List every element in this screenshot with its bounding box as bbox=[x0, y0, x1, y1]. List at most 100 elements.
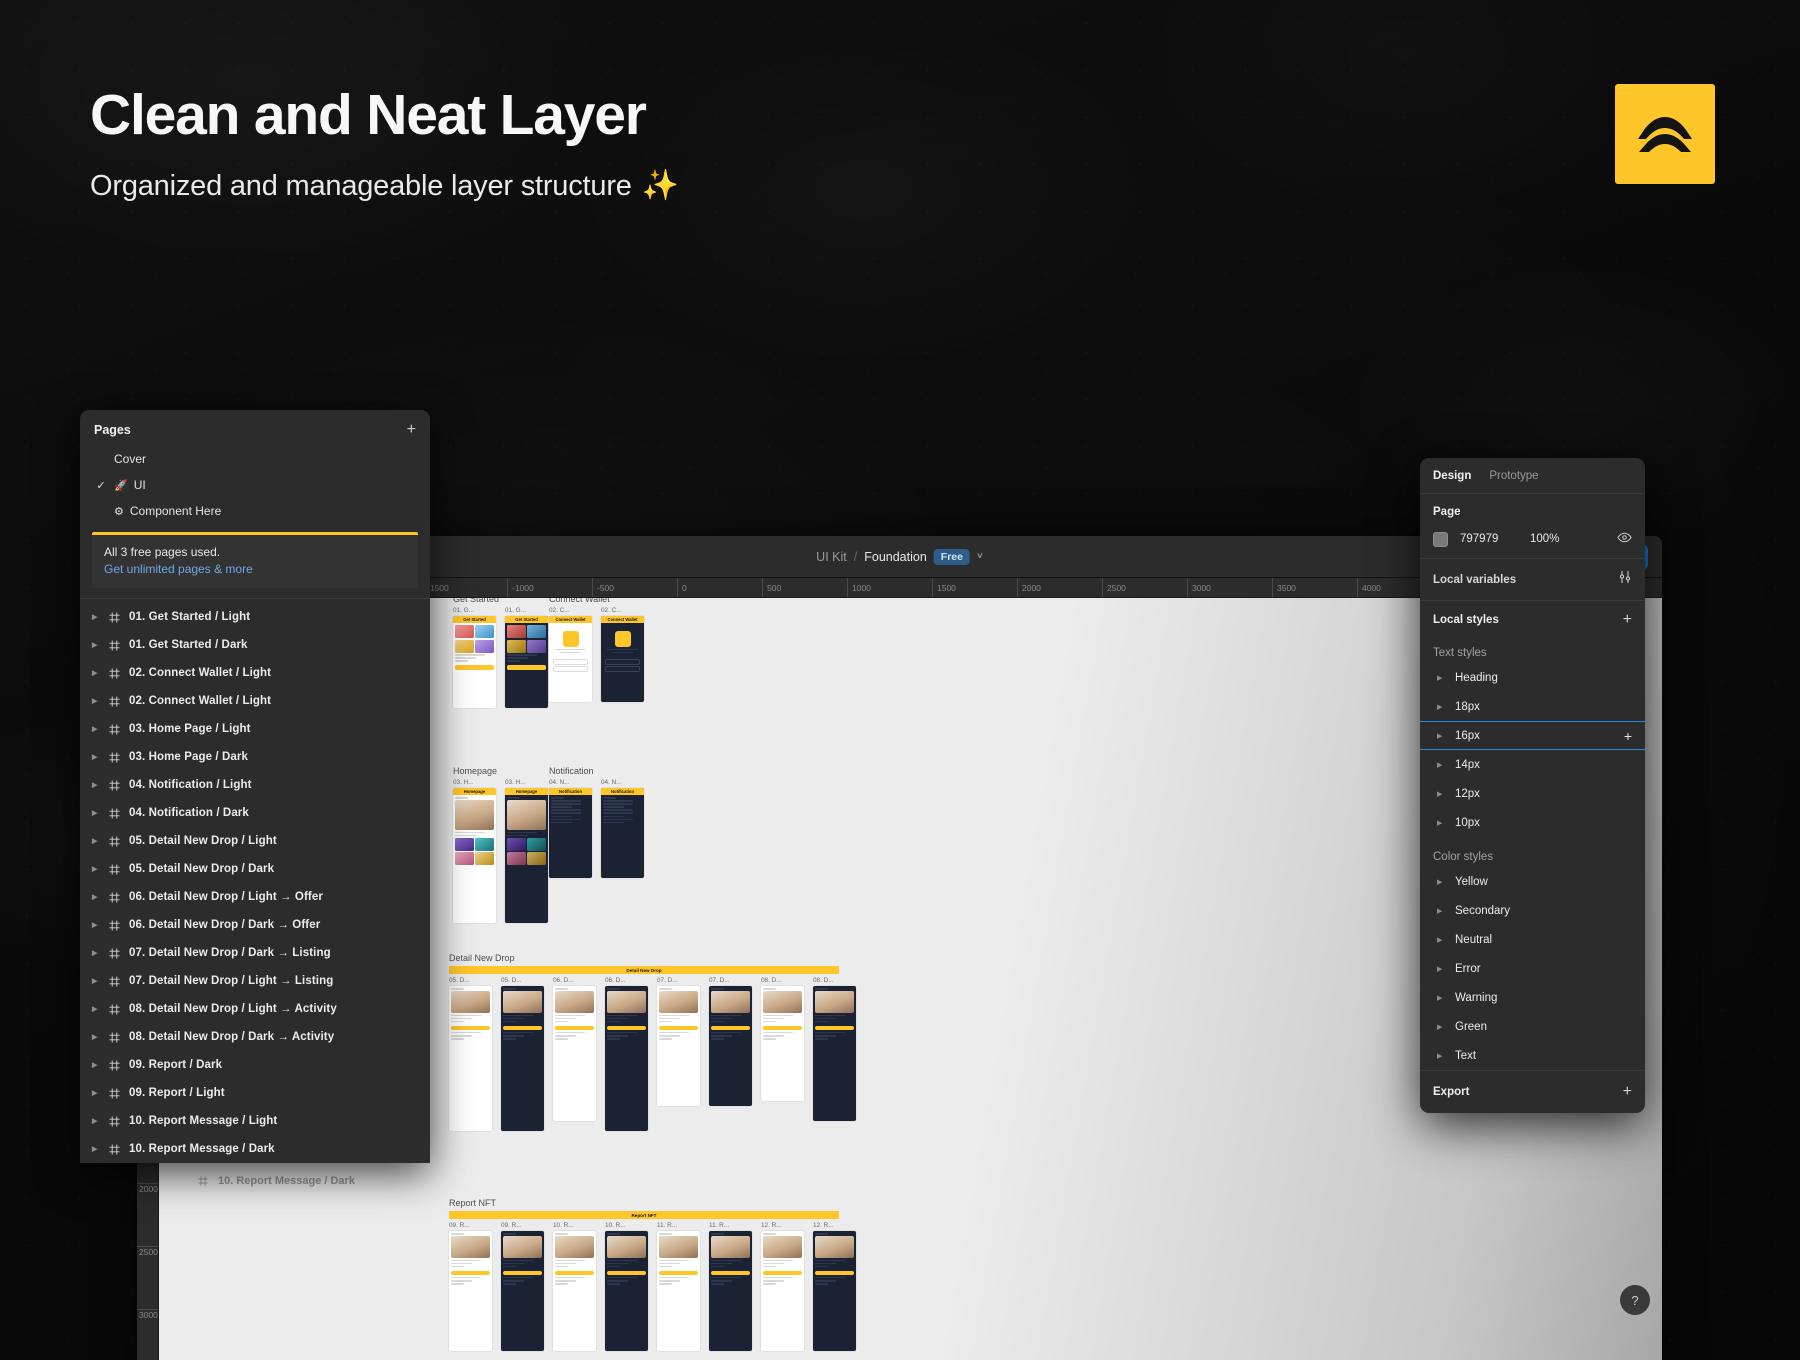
artboard-thumb[interactable] bbox=[449, 1231, 492, 1351]
artboard[interactable]: 03. H... Homepage bbox=[453, 779, 496, 923]
artboard[interactable]: 10. R... bbox=[605, 1222, 648, 1351]
layer-row[interactable]: ▶ 10. Report Message / Light bbox=[80, 1107, 430, 1135]
layers-list[interactable]: ▶ 01. Get Started / Light ▶ 01. Get Started… bbox=[80, 598, 430, 1163]
artboard-thumb[interactable] bbox=[709, 986, 752, 1106]
tab-design[interactable]: Design bbox=[1433, 470, 1471, 482]
layer-row[interactable]: ▶ 10. Report Message / Dark bbox=[80, 1135, 430, 1163]
layer-row[interactable]: ▶ 05. Detail New Drop / Dark bbox=[80, 855, 430, 883]
layer-row[interactable]: ▶ 04. Notification / Light bbox=[80, 771, 430, 799]
expand-caret-icon[interactable]: ▶ bbox=[92, 921, 99, 929]
text-style-12px[interactable]: ▶ 12px bbox=[1420, 779, 1645, 808]
expand-caret-icon[interactable]: ▶ bbox=[92, 1145, 99, 1153]
expand-caret-icon[interactable]: ▶ bbox=[92, 697, 99, 705]
artboard-thumb[interactable] bbox=[501, 986, 544, 1131]
expand-caret-icon[interactable]: ▶ bbox=[1437, 1023, 1445, 1031]
artboard[interactable]: 09. R... bbox=[449, 1222, 492, 1351]
artboard[interactable]: 12. R... bbox=[813, 1222, 856, 1351]
expand-caret-icon[interactable]: ▶ bbox=[92, 1033, 99, 1041]
layer-row[interactable]: ▶ 02. Connect Wallet / Light bbox=[80, 659, 430, 687]
canvas-group-connect-wallet[interactable]: Connect Wallet 02. C... Connect Wallet 0… bbox=[549, 598, 644, 702]
expand-caret-icon[interactable]: ▶ bbox=[92, 977, 99, 985]
add-style-button[interactable]: + bbox=[1623, 612, 1632, 628]
expand-caret-icon[interactable]: ▶ bbox=[1437, 790, 1445, 798]
artboard[interactable]: 11. R... bbox=[657, 1222, 700, 1351]
layer-row[interactable]: ▶ 05. Detail New Drop / Light bbox=[80, 827, 430, 855]
expand-caret-icon[interactable]: ▶ bbox=[1437, 761, 1445, 769]
visibility-eye-icon[interactable] bbox=[1617, 530, 1632, 548]
expand-caret-icon[interactable]: ▶ bbox=[1437, 703, 1445, 711]
expand-caret-icon[interactable]: ▶ bbox=[92, 753, 99, 761]
upgrade-link[interactable]: Get unlimited pages & more bbox=[104, 562, 406, 576]
add-text-style-button[interactable]: + bbox=[1624, 729, 1632, 743]
tab-prototype[interactable]: Prototype bbox=[1489, 470, 1538, 482]
canvas-group-get-started[interactable]: Get Started 01. G... Get Started 01. G..… bbox=[453, 598, 548, 708]
text-style-heading[interactable]: ▶ Heading bbox=[1420, 663, 1645, 692]
artboard[interactable]: 05. D... bbox=[501, 977, 544, 1131]
expand-caret-icon[interactable]: ▶ bbox=[92, 865, 99, 873]
layer-row[interactable]: ▶ 03. Home Page / Dark bbox=[80, 743, 430, 771]
layer-row[interactable]: ▶ 09. Report / Light bbox=[80, 1079, 430, 1107]
expand-caret-icon[interactable]: ▶ bbox=[1437, 907, 1445, 915]
artboard[interactable]: 03. H... Homepage bbox=[505, 779, 548, 923]
color-style-secondary[interactable]: ▶ Secondary bbox=[1420, 896, 1645, 925]
expand-caret-icon[interactable]: ▶ bbox=[92, 641, 99, 649]
expand-caret-icon[interactable]: ▶ bbox=[1437, 674, 1445, 682]
expand-caret-icon[interactable]: ▶ bbox=[92, 949, 99, 957]
artboard-thumb[interactable] bbox=[657, 1231, 700, 1351]
color-style-yellow[interactable]: ▶ Yellow bbox=[1420, 867, 1645, 896]
layer-row[interactable]: ▶ 06. Detail New Drop / Light → Offer bbox=[80, 883, 430, 911]
expand-caret-icon[interactable]: ▶ bbox=[1437, 732, 1445, 740]
canvas-group-detail-new-drop[interactable]: Detail New Drop Detail New Drop 05. D...… bbox=[449, 953, 856, 1131]
text-style-10px[interactable]: ▶ 10px bbox=[1420, 808, 1645, 837]
artboard-thumb[interactable] bbox=[553, 986, 596, 1121]
canvas-group-report-nft[interactable]: Report NFT Report NFT 09. R... 09. R... 10… bbox=[449, 1198, 856, 1351]
expand-caret-icon[interactable]: ▶ bbox=[92, 1005, 99, 1013]
artboard[interactable]: 04. N... Notification bbox=[549, 779, 592, 878]
layer-row[interactable]: ▶ 07. Detail New Drop / Light → Listing bbox=[80, 967, 430, 995]
color-swatch[interactable] bbox=[1433, 531, 1448, 547]
page-item-cover[interactable]: Cover bbox=[80, 446, 430, 472]
expand-caret-icon[interactable]: ▶ bbox=[92, 725, 99, 733]
expand-caret-icon[interactable]: ▶ bbox=[92, 837, 99, 845]
artboard[interactable]: 10. R... bbox=[553, 1222, 596, 1351]
artboard-thumb[interactable]: Homepage bbox=[453, 788, 496, 923]
layer-row[interactable]: ▶ 07. Detail New Drop / Dark → Listing bbox=[80, 939, 430, 967]
layer-row[interactable]: ▶ 04. Notification / Dark bbox=[80, 799, 430, 827]
color-style-text[interactable]: ▶ Text bbox=[1420, 1041, 1645, 1070]
page-color-hex[interactable]: 797979 bbox=[1460, 533, 1518, 545]
layer-row[interactable]: ▶ 09. Report / Dark bbox=[80, 1051, 430, 1079]
artboard-thumb[interactable]: Get Started bbox=[453, 616, 496, 708]
expand-caret-icon[interactable]: ▶ bbox=[92, 809, 99, 817]
expand-caret-icon[interactable]: ▶ bbox=[1437, 1052, 1445, 1060]
page-item-ui[interactable]: ✓ 🚀 UI bbox=[80, 472, 430, 498]
local-variables-row[interactable]: Local variables bbox=[1420, 559, 1645, 600]
artboard[interactable]: 01. G... Get Started bbox=[505, 607, 548, 708]
artboard[interactable]: 07. D... bbox=[657, 977, 700, 1106]
artboard-thumb[interactable]: Notification bbox=[601, 788, 644, 878]
expand-caret-icon[interactable]: ▶ bbox=[1437, 965, 1445, 973]
expand-caret-icon[interactable]: ▶ bbox=[92, 1061, 99, 1069]
artboard[interactable]: 11. R... bbox=[709, 1222, 752, 1351]
artboard-thumb[interactable] bbox=[605, 1231, 648, 1351]
artboard-thumb[interactable] bbox=[709, 1231, 752, 1351]
layer-row[interactable]: ▶ 03. Home Page / Light bbox=[80, 715, 430, 743]
add-export-button[interactable]: + bbox=[1623, 1084, 1632, 1100]
artboard[interactable]: 07. D... bbox=[709, 977, 752, 1106]
artboard[interactable]: 02. C... Connect Wallet bbox=[549, 607, 592, 702]
color-style-neutral[interactable]: ▶ Neutral bbox=[1420, 925, 1645, 954]
artboard-thumb[interactable]: Get Started bbox=[505, 616, 548, 708]
text-style-16px[interactable]: ▶ 16px + bbox=[1420, 721, 1645, 750]
artboard-thumb[interactable] bbox=[501, 1231, 544, 1351]
expand-caret-icon[interactable]: ▶ bbox=[92, 1089, 99, 1097]
layer-row[interactable]: ▶ 08. Detail New Drop / Light → Activity bbox=[80, 995, 430, 1023]
expand-caret-icon[interactable]: ▶ bbox=[1437, 936, 1445, 944]
artboard[interactable]: 01. G... Get Started bbox=[453, 607, 496, 708]
artboard-thumb[interactable] bbox=[657, 986, 700, 1106]
expand-caret-icon[interactable]: ▶ bbox=[92, 1117, 99, 1125]
artboard[interactable]: 08. D... bbox=[761, 977, 804, 1101]
page-color-row[interactable]: 797979 100% bbox=[1433, 530, 1632, 548]
expand-caret-icon[interactable]: ▶ bbox=[1437, 878, 1445, 886]
text-style-14px[interactable]: ▶ 14px bbox=[1420, 750, 1645, 779]
canvas-group-homepage[interactable]: Homepage 03. H... Homepage 03. H... Home… bbox=[453, 766, 548, 923]
expand-caret-icon[interactable]: ▶ bbox=[92, 893, 99, 901]
